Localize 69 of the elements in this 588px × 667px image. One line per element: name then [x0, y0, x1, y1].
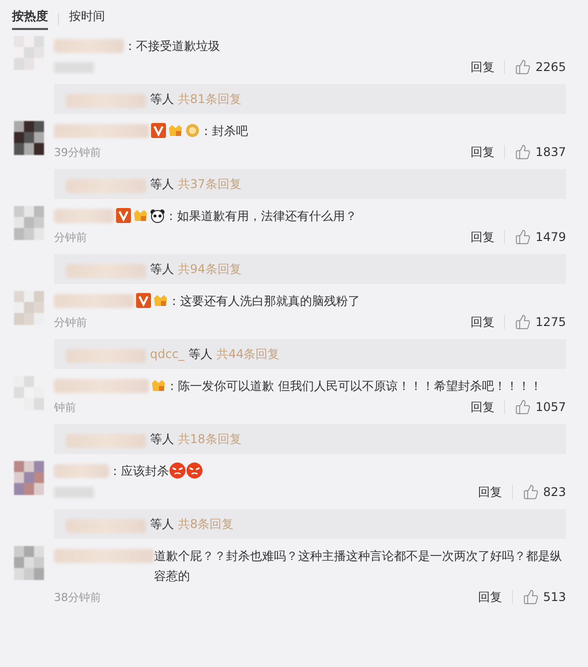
thumbs-up-icon [515, 314, 532, 330]
others-label: 等人 [150, 260, 174, 278]
comment-text: 道歉个屁？？封杀也难吗？这种主播这种言论都不是一次两次了好吗？都是纵容惹的 [154, 548, 563, 585]
angry-emoji-icon [169, 462, 186, 479]
reply-link[interactable]: 回复 [470, 314, 494, 330]
reply-preview[interactable]: 等人 共81条回复 [54, 84, 566, 114]
reply-link[interactable]: 回复 [478, 588, 502, 606]
v-badge-icon [116, 208, 131, 223]
blurred-avatar [14, 461, 44, 495]
fan-badge-icon [153, 293, 168, 308]
blurred-avatar [14, 36, 44, 70]
v-badge-icon [136, 293, 151, 308]
comment-time: 38分钟前 [54, 590, 101, 604]
fan-badge-icon [151, 378, 166, 393]
reply-preview[interactable]: 等人 共18条回复 [54, 424, 566, 454]
comment-time: 39分钟前 [54, 144, 101, 160]
comment-text: ：如果道歉有用，法律还有什么用？ [165, 208, 357, 225]
others-label: 等人 [150, 90, 174, 108]
sort-tab[interactable]: 按热度 [12, 8, 48, 30]
panda-icon [150, 208, 165, 223]
sort-tab[interactable]: 按时间 [69, 8, 105, 30]
reply-preview[interactable]: 等人 共8条回复 [54, 509, 566, 539]
comment-text: ：不接受道歉垃圾 [124, 38, 220, 55]
blurred-avatar [14, 206, 44, 240]
comment-text: ：陈一发你可以道歉 但我们人民可以不原谅！！！希望封杀吧！！！！ [166, 378, 542, 395]
others-label: 等人 [150, 176, 174, 192]
others-label: 等人 [188, 346, 212, 362]
v-badge-icon [151, 123, 166, 138]
medal-icon [185, 123, 200, 138]
blurred-avatar [14, 291, 44, 325]
reply-preview[interactable]: 等人 共37条回复 [54, 169, 566, 199]
reply-preview[interactable]: 等人 共94条回复 [54, 254, 566, 284]
thumbs-up-icon [515, 144, 532, 160]
like-button[interactable]: 823 [523, 484, 566, 500]
angry-emoji-icon [186, 462, 203, 479]
fan-badge-icon [168, 123, 183, 138]
blurred-avatar [14, 546, 44, 580]
others-label: 等人 [150, 430, 174, 448]
comment-text: ：这要还有人洗白那就真的脑残粉了 [168, 293, 360, 310]
comment-text: ：封杀吧 [200, 123, 248, 140]
like-button[interactable]: 2265 [515, 59, 566, 75]
thumbs-up-icon [515, 229, 532, 245]
thumbs-up-icon [523, 589, 540, 605]
like-button[interactable]: 1479 [515, 229, 566, 245]
reply-link[interactable]: 回复 [470, 58, 494, 76]
reply-username: qdcc_ [150, 347, 184, 361]
comment-text: ：应该封杀 [109, 463, 169, 480]
comment-time: 分钟前 [54, 314, 87, 330]
reply-link[interactable]: 回复 [470, 398, 494, 416]
blurred-avatar [14, 121, 44, 155]
blurred-username [54, 39, 124, 53]
thumbs-up-icon [515, 59, 532, 75]
others-label: 等人 [150, 516, 174, 532]
blurred-username [54, 464, 109, 478]
like-button[interactable]: 1275 [515, 314, 566, 330]
like-button[interactable]: 1057 [515, 399, 566, 415]
comment-time: 分钟前 [54, 230, 87, 244]
blurred-avatar [14, 376, 44, 410]
fan-badge-icon [133, 208, 148, 223]
like-button[interactable]: 513 [523, 589, 566, 605]
reply-preview[interactable]: qdcc_ 等人 共44条回复 [54, 339, 566, 369]
reply-link[interactable]: 回复 [470, 228, 494, 246]
blurred-username [54, 209, 114, 223]
reply-link[interactable]: 回复 [478, 484, 502, 500]
reply-link[interactable]: 回复 [470, 144, 494, 160]
like-button[interactable]: 1837 [515, 144, 566, 160]
thumbs-up-icon [515, 399, 532, 415]
thumbs-up-icon [523, 484, 540, 500]
comment-time: 钟前 [54, 400, 76, 414]
